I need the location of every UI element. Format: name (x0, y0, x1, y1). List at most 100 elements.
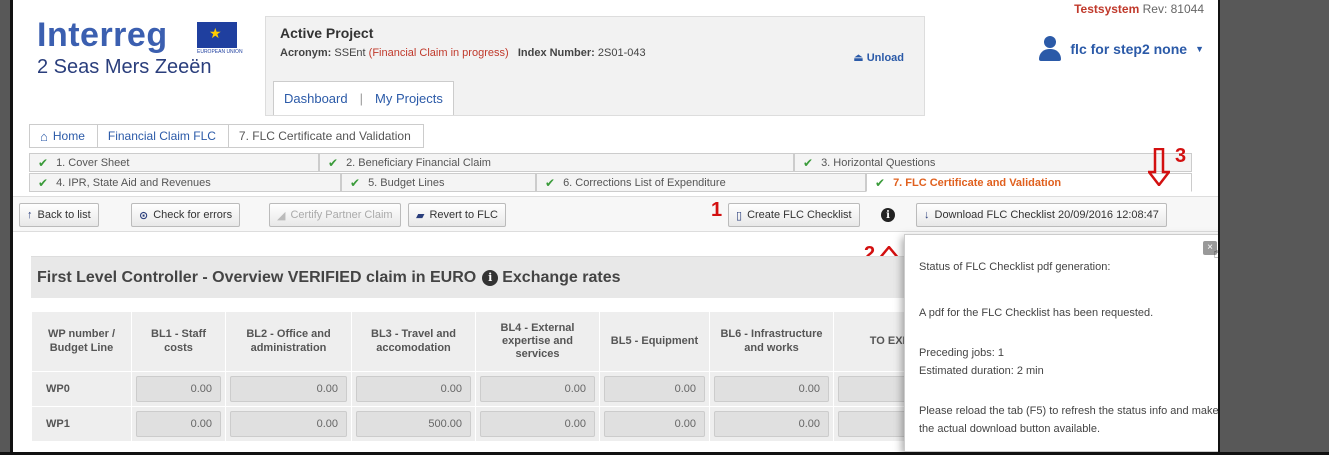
unload-button[interactable]: ⏏ Unload (853, 51, 904, 64)
check-icon: ✔ (803, 155, 814, 170)
value-field: 0.00 (136, 411, 221, 437)
nav-my-projects[interactable]: My Projects (375, 91, 443, 106)
info-icon: i (482, 270, 499, 286)
tab-budget-lines[interactable]: ✔ 5. Budget Lines (341, 173, 536, 192)
acronym-label: Acronym: (280, 47, 332, 59)
table-cell: 0.00 (131, 371, 226, 407)
certify-partner-claim-button[interactable]: ◢ Certify Partner Claim (269, 203, 401, 227)
certify-label: Certify Partner Claim (290, 209, 393, 221)
value-field: 0.00 (714, 411, 829, 437)
eu-flag-caption: EUROPEAN UNION (197, 49, 243, 55)
table-cell: 0.00 (599, 371, 710, 407)
tab-flc-certificate[interactable]: ✔ 7. FLC Certificate and Validation (866, 173, 1192, 192)
info-icon[interactable]: i (881, 208, 895, 222)
download-arrow-icon: ↓ (924, 209, 930, 221)
tab-beneficiary-financial-claim[interactable]: ✔ 2. Beneficiary Financial Claim (319, 153, 794, 172)
user-menu[interactable]: flc for step2 none ▼ (1038, 36, 1204, 62)
tab-label: 5. Budget Lines (368, 176, 445, 189)
tab-cover-sheet[interactable]: ✔ 1. Cover Sheet (29, 153, 319, 172)
tab-label: 1. Cover Sheet (56, 156, 130, 169)
download-flc-checklist-button[interactable]: ↓ Download FLC Checklist 20/09/2016 12:08… (916, 203, 1167, 227)
column-header: BL2 - Office and administration (225, 311, 352, 372)
overview-title-text: First Level Controller - Overview VERIFI… (37, 269, 477, 286)
eject-icon: ⏏ (853, 52, 864, 64)
pdf-file-icon: ▯ (736, 209, 743, 222)
nav-dashboard[interactable]: Dashboard (284, 91, 348, 106)
active-project-title: Active Project (280, 25, 374, 41)
breadcrumb: ⌂ Home Financial Claim FLC 7. FLC Certifi… (29, 124, 424, 148)
tab-label: 4. IPR, State Aid and Revenues (56, 176, 211, 189)
check-icon: ✔ (875, 175, 886, 190)
download-label: Download FLC Checklist 20/09/2016 12:08:… (934, 209, 1159, 221)
logo-wordmark: Interreg (37, 16, 168, 54)
value-field: 0.00 (230, 376, 347, 402)
revision: Rev: 81044 (1142, 2, 1204, 16)
table-cell: 0.00 (225, 406, 352, 442)
check-icon: ✔ (350, 175, 361, 190)
logo-subtitle: 2 Seas Mers Zeeën (37, 56, 212, 78)
value-field: 500.00 (356, 411, 471, 437)
check-circle-icon: ⊙ (139, 209, 149, 222)
overview-title: First Level Controller - Overview VERIFI… (37, 269, 621, 287)
unload-label: Unload (866, 52, 904, 64)
column-header: BL6 - Infrastructure and works (709, 311, 834, 372)
breadcrumb-home[interactable]: ⌂ Home (30, 125, 98, 147)
value-field: 0.00 (480, 411, 595, 437)
table-row: WP1 0.00 0.00 500.00 0.00 0.00 0.00 (31, 406, 954, 442)
revert-label: Revert to FLC (429, 209, 498, 221)
claim-tabs: ✔ 1. Cover Sheet ✔ 2. Beneficiary Financia… (29, 153, 1193, 193)
desktop-background (1220, 0, 1329, 455)
flc-status-popover: × ☝ Status of FLC Checklist pdf generati… (904, 234, 1219, 452)
tab-label: 7. FLC Certificate and Validation (893, 176, 1062, 189)
table-header-row: WP number / Budget Line BL1 - Staff cost… (31, 311, 954, 372)
claim-status: (Financial Claim in progress) (368, 47, 509, 59)
breadcrumb-current: 7. FLC Certificate and Validation (238, 129, 411, 143)
value-field: 0.00 (230, 411, 347, 437)
row-label: WP1 (31, 406, 132, 442)
table-cell: 0.00 (351, 371, 476, 407)
tab-ipr-state-aid[interactable]: ✔ 4. IPR, State Aid and Revenues (29, 173, 341, 192)
back-label: Back to list (37, 209, 91, 221)
value-field: 0.00 (604, 411, 705, 437)
check-errors-button[interactable]: ⊙ Check for errors (131, 203, 241, 227)
back-to-list-button[interactable]: ↑ Back to list (19, 203, 99, 227)
revert-to-flc-button[interactable]: ▰ Revert to FLC (408, 203, 506, 227)
annotation-number-3: 3 (1175, 145, 1187, 167)
check-label: Check for errors (153, 209, 233, 221)
tab-corrections-list[interactable]: ✔ 6. Corrections List of Expenditure (536, 173, 866, 192)
project-info-line: Acronym: SSEnt (Financial Claim in progr… (280, 47, 646, 59)
tab-horizontal-questions[interactable]: ✔ 3. Horizontal Questions (794, 153, 1192, 172)
user-icon (1038, 36, 1062, 62)
active-project-panel: Active Project Acronym: SSEnt (Financial… (265, 16, 925, 116)
home-icon: ⌂ (40, 128, 48, 144)
main-nav: Dashboard | My Projects (273, 81, 454, 115)
page-header: Interreg EUROPEAN UNION 2 Seas Mers Zeeë… (13, 0, 1218, 118)
check-icon: ✔ (328, 155, 339, 170)
value-field: 0.00 (356, 376, 471, 402)
exchange-rates-link[interactable]: Exchange rates (502, 269, 620, 286)
index-label: Index Number: (517, 47, 595, 59)
verified-claim-table: WP number / Budget Line BL1 - Staff cost… (31, 311, 954, 442)
index-value: 2S01-043 (597, 47, 646, 59)
table-cell: 0.00 (225, 371, 352, 407)
interreg-logo: Interreg EUROPEAN UNION 2 Seas Mers Zeeë… (37, 16, 243, 79)
browser-frame: Interreg EUROPEAN UNION 2 Seas Mers Zeeë… (10, 0, 1220, 455)
estimated-duration-text: Estimated duration: 2 min (919, 365, 1044, 377)
create-flc-checklist-button[interactable]: ▯ Create FLC Checklist (728, 203, 860, 227)
table-cell: 500.00 (351, 406, 476, 442)
eu-flag-icon (197, 22, 237, 48)
check-icon: ✔ (38, 155, 49, 170)
create-label: Create FLC Checklist (747, 209, 852, 221)
value-field: 0.00 (714, 376, 829, 402)
table-cell: 0.00 (475, 371, 600, 407)
breadcrumb-financial-claim[interactable]: Financial Claim FLC (98, 125, 229, 147)
caret-down-icon: ▼ (1195, 44, 1204, 54)
acronym-value: SSEnt (334, 47, 366, 59)
annotation-number-1: 1 (711, 199, 723, 221)
table-cell: 0.00 (475, 406, 600, 442)
reload-hint-text: Please reload the tab (F5) to refresh th… (919, 405, 1219, 435)
tab-label: 2. Beneficiary Financial Claim (346, 156, 491, 169)
value-field: 0.00 (480, 376, 595, 402)
annotation-arrow-down-icon (1148, 148, 1170, 186)
arrow-up-icon: ↑ (27, 209, 33, 221)
